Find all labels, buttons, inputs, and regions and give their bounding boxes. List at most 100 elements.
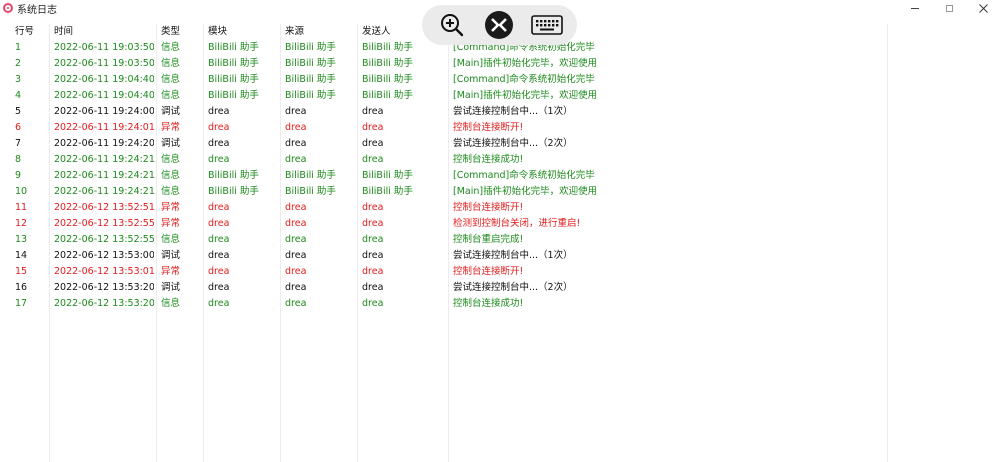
cell-type: 信息 [161,74,181,85]
cell-type: 信息 [161,90,181,101]
close-icon [978,3,988,13]
minimize-icon [911,7,919,9]
cell-line-number: 2 [15,58,22,69]
cell-time: 2022-06-11 19:24:21 [54,154,154,165]
keyboard-button[interactable] [530,8,564,42]
cell-type: 调试 [161,138,181,149]
column-header-time[interactable]: 时间 [54,24,154,40]
table-row[interactable]: 7 2022-06-11 19:24:20 调试 drea drea drea 尝试连接控制… [0,136,1000,152]
cell-type: 信息 [161,42,181,53]
cell-message: 尝试连接控制台中...（1次） [453,106,573,117]
table-row[interactable]: 14 2022-06-12 13:53:00 调试 drea drea drea 尝试连接控… [0,248,1000,264]
window-title: 系统日志 [17,4,57,16]
table-row[interactable]: 15 2022-06-12 13:53:01 异常 drea drea drea 控制台连接… [0,264,1000,280]
cell-line-number: 7 [15,138,22,149]
cell-source: drea [285,250,307,261]
table-row[interactable]: 5 2022-06-11 19:24:00 调试 drea drea drea 尝试连接控制… [0,104,1000,120]
table-row[interactable]: 17 2022-06-12 13:53:20 信息 drea drea drea 控制台连接… [0,296,1000,312]
table-row[interactable]: 8 2022-06-11 19:24:21 信息 drea drea drea 控制台连接成… [0,152,1000,168]
column-header-line-number[interactable]: 行号 [15,24,45,40]
cell-line-number: 12 [15,218,28,229]
cell-line-number: 14 [15,250,28,261]
cell-time: 2022-06-12 13:53:20 [54,298,154,309]
cell-module: drea [208,234,230,245]
cell-message: [Command]命令系统初始化完毕 [453,170,595,181]
cell-type: 信息 [161,234,181,245]
zoom-in-button[interactable] [435,8,469,42]
table-row[interactable]: 2 2022-06-11 19:03:50 信息 BiliBili 助手 BiliBil… [0,56,1000,72]
cell-sender: drea [362,154,384,165]
cell-type: 异常 [161,122,181,133]
column-header-source[interactable]: 来源 [285,24,355,40]
table-row[interactable]: 6 2022-06-11 19:24:01 异常 drea drea drea 控制台连接断… [0,120,1000,136]
cell-module: drea [208,298,230,309]
cell-time: 2022-06-12 13:53:20 [54,282,154,293]
cell-type: 信息 [161,154,181,165]
cell-sender: drea [362,282,384,293]
cell-module: drea [208,218,230,229]
table-row[interactable]: 11 2022-06-12 13:52:51 异常 drea drea drea 控制台连接… [0,200,1000,216]
table-row[interactable]: 4 2022-06-11 19:04:40 信息 BiliBili 助手 BiliBil… [0,88,1000,104]
cell-sender: drea [362,250,384,261]
cell-module: drea [208,282,230,293]
cell-module: drea [208,106,230,117]
cell-message: 控制台连接断开! [453,122,524,133]
maximize-icon [945,4,953,12]
cell-time: 2022-06-11 19:04:40 [54,74,154,85]
cell-sender: drea [362,234,384,245]
cell-module: drea [208,122,230,133]
cell-line-number: 3 [15,74,22,85]
cell-time: 2022-06-11 19:03:50 [54,58,154,69]
app-logo-icon [3,3,13,13]
cell-time: 2022-06-12 13:53:00 [54,250,154,261]
cell-source: drea [285,266,307,277]
cell-type: 调试 [161,282,181,293]
cell-sender: drea [362,266,384,277]
cell-time: 2022-06-11 19:24:20 [54,138,154,149]
log-table: 行号 时间 类型 模块 来源 发送人 消息 12022-06-11 19:03:… [0,24,1000,462]
table-row[interactable]: 13 2022-06-12 13:52:55 信息 drea drea drea 控制台重启… [0,232,1000,248]
cell-line-number: 13 [15,234,28,245]
cell-sender: drea [362,202,384,213]
close-button[interactable] [966,0,1000,16]
table-row[interactable]: 10 2022-06-11 19:24:21 信息 BiliBili 助手 BiliBi… [0,184,1000,200]
cell-message: 尝试连接控制台中...（2次） [453,282,573,293]
cell-source: drea [285,154,307,165]
cell-module: drea [208,138,230,149]
cell-sender: drea [362,138,384,149]
cell-message: 尝试连接控制台中...（2次） [453,138,573,149]
cell-source: BiliBili 助手 [285,42,336,53]
cell-type: 信息 [161,186,181,197]
cell-line-number: 16 [15,282,28,293]
column-header-module[interactable]: 模块 [208,24,278,40]
cell-message: 控制台连接成功! [453,298,524,309]
cell-line-number: 6 [15,122,22,133]
cell-source: drea [285,234,307,245]
column-header-type[interactable]: 类型 [161,24,201,40]
cell-message: [Command]命令系统初始化完毕 [453,74,595,85]
cell-source: BiliBili 助手 [285,186,336,197]
table-row[interactable]: 16 2022-06-12 13:53:20 调试 drea drea drea 尝试连接控… [0,280,1000,296]
zoom-in-icon [440,14,464,37]
cell-source: BiliBili 助手 [285,90,336,101]
table-row[interactable]: 9 2022-06-11 19:24:21 信息 BiliBili 助手 BiliBil… [0,168,1000,184]
cell-source: drea [285,298,307,309]
minimize-button[interactable] [898,0,932,16]
cell-time: 2022-06-12 13:52:55 [54,218,154,229]
maximize-button[interactable] [932,0,966,16]
cell-source: drea [285,138,307,149]
cell-message: [Main]插件初始化完毕，欢迎使用 [453,58,598,69]
cell-sender: BiliBili 助手 [362,186,413,197]
cell-line-number: 4 [15,90,22,101]
cell-line-number: 11 [15,202,28,213]
cell-time: 2022-06-12 13:53:01 [54,266,154,277]
cell-sender: drea [362,298,384,309]
cell-message: 控制台连接断开! [453,202,524,213]
remote-desktop-toolbar [422,5,577,45]
window-controls [898,0,1000,16]
remote-desktop-button[interactable] [482,8,516,42]
cell-time: 2022-06-11 19:03:50 [54,42,154,53]
table-row[interactable]: 3 2022-06-11 19:04:40 信息 BiliBili 助手 BiliBil… [0,72,1000,88]
cell-message: 控制台连接成功! [453,154,524,165]
table-row[interactable]: 12 2022-06-12 13:52:55 异常 drea drea drea 检测到控制… [0,216,1000,232]
